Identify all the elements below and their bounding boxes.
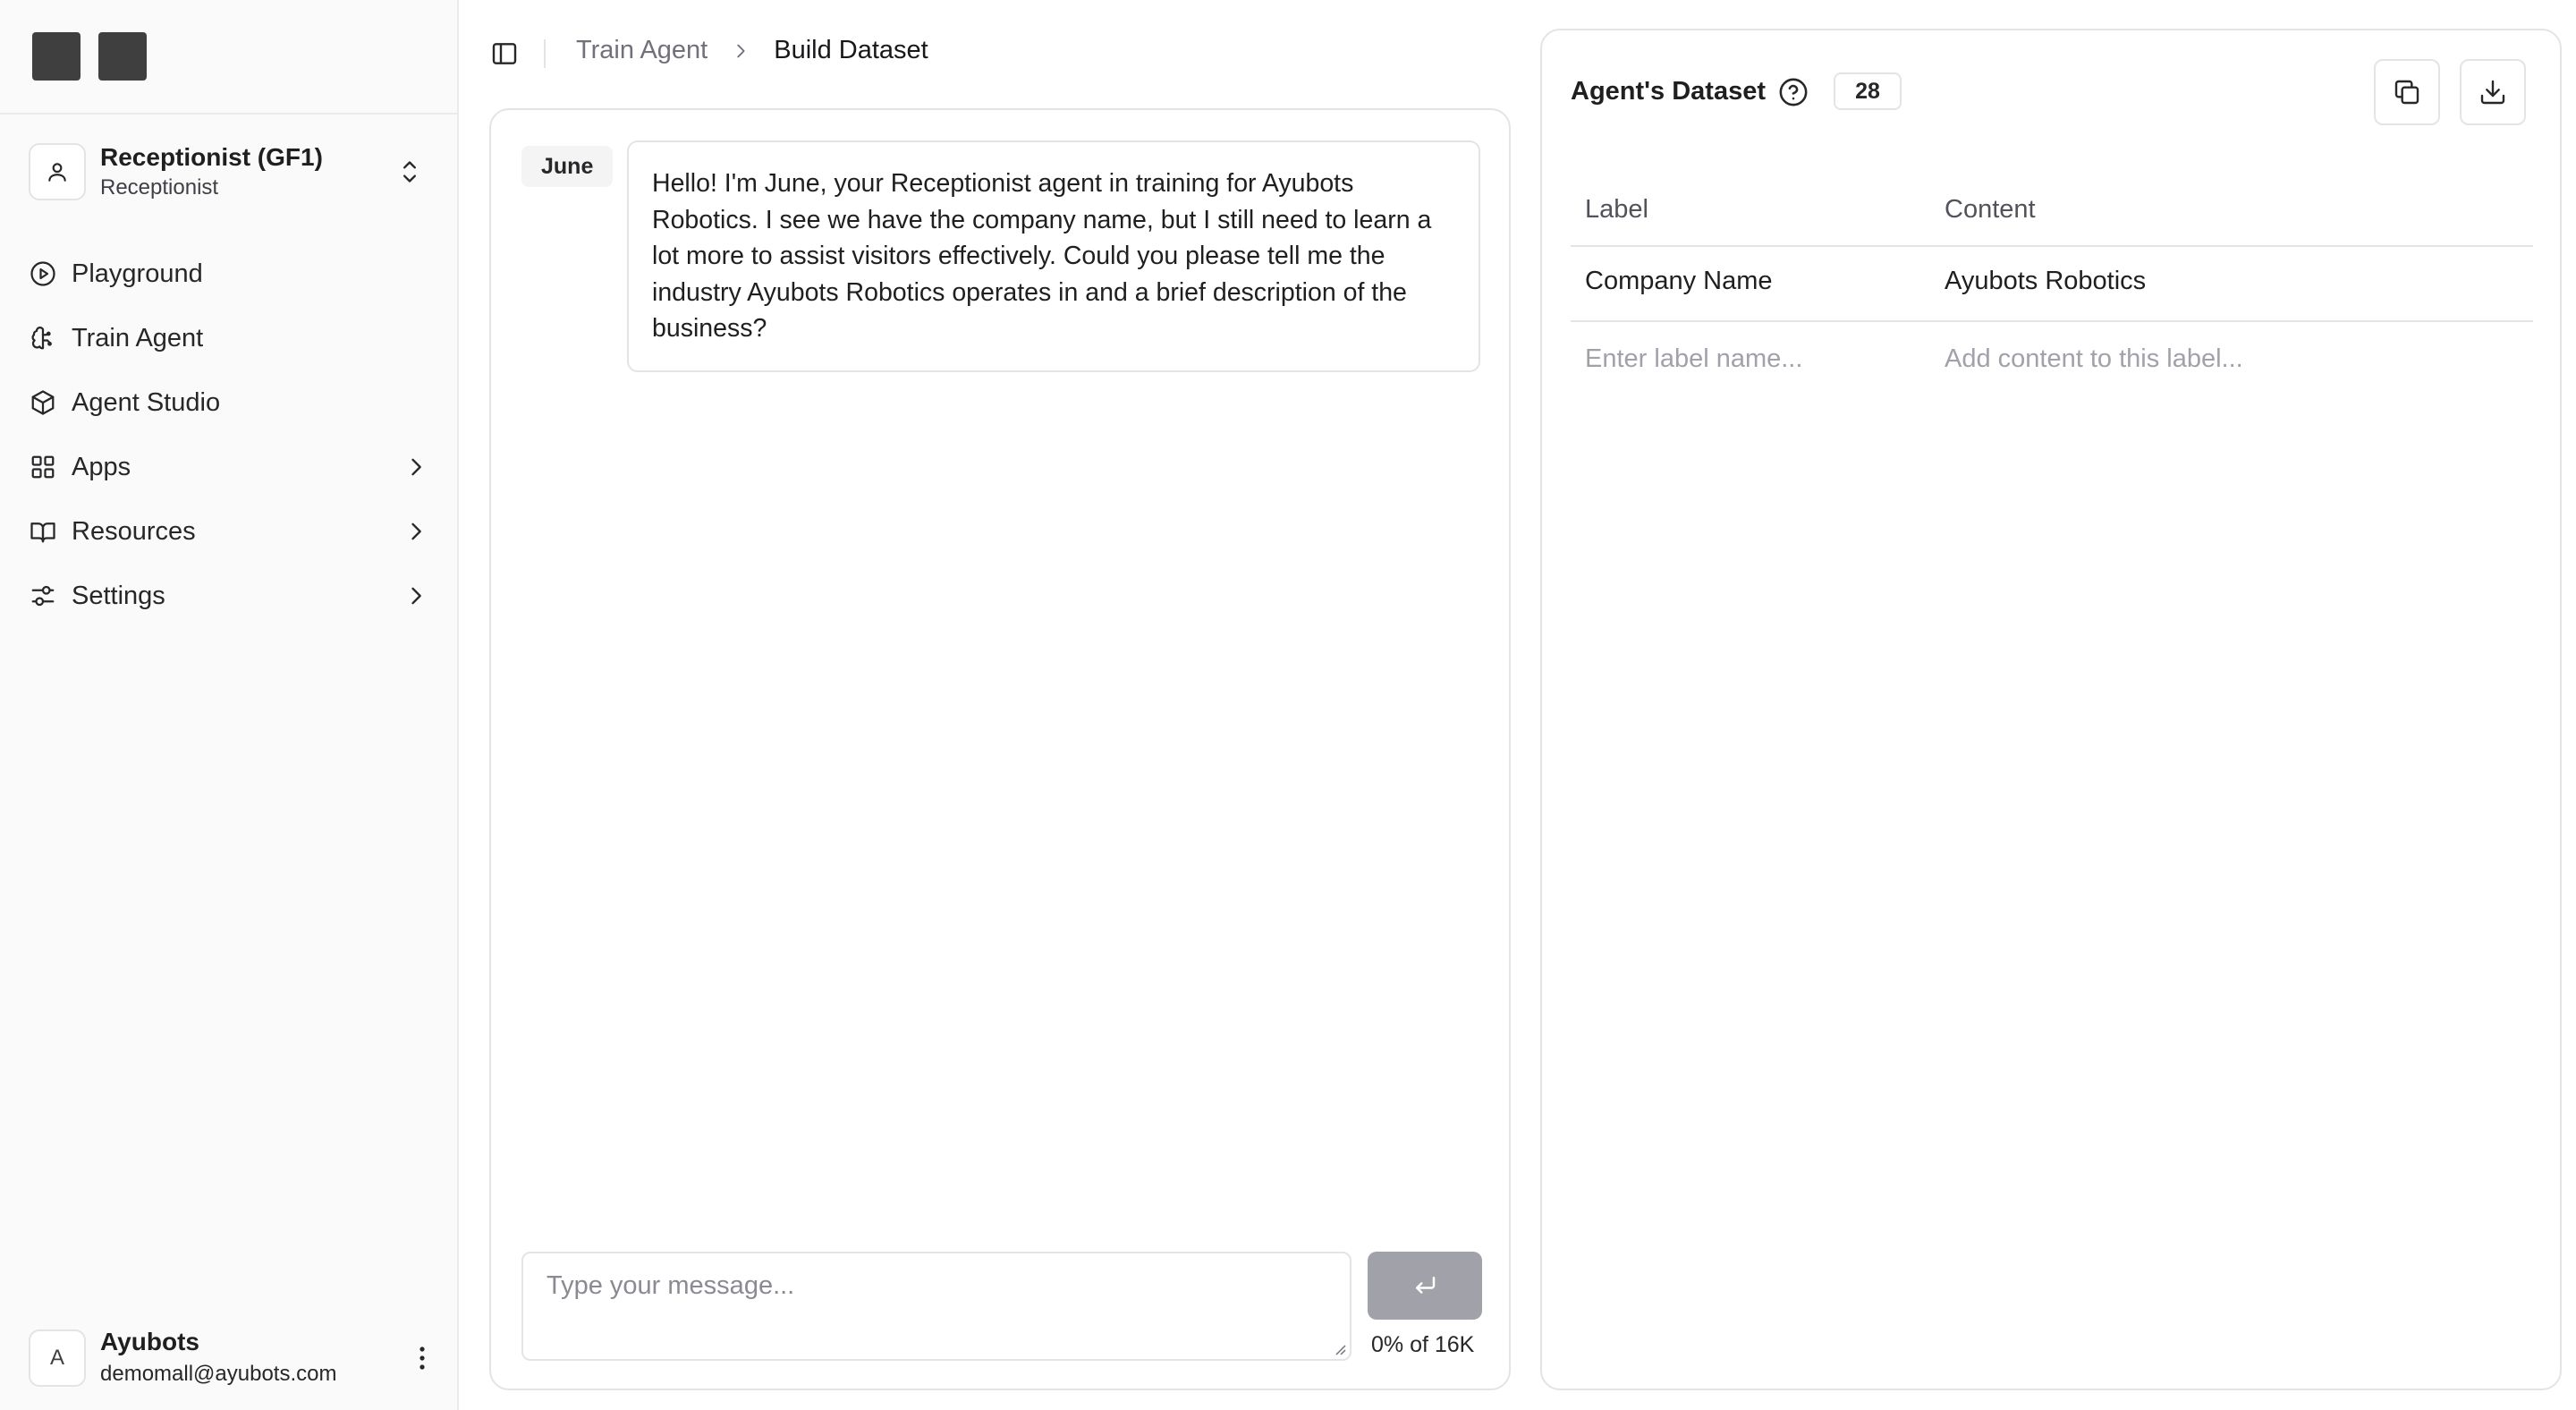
dataset-table: Label Content Company Name Ayubots Robot… xyxy=(1571,152,2533,397)
column-header-content: Content xyxy=(1945,195,2036,224)
breadcrumb-current: Build Dataset xyxy=(774,36,928,64)
user-account[interactable]: A Ayubots demomall@ayubots.com xyxy=(29,1328,440,1392)
chevrons-up-down-icon xyxy=(397,157,422,187)
sidebar-item-label: Playground xyxy=(72,259,203,288)
dataset-count-badge: 28 xyxy=(1834,72,1902,110)
user-name: Ayubots xyxy=(100,1328,199,1355)
copy-icon xyxy=(2393,78,2421,106)
agent-name: Receptionist (GF1) xyxy=(100,143,323,171)
grid-icon xyxy=(29,453,57,481)
chevron-right-icon xyxy=(731,41,750,61)
dataset-panel: Agent's Dataset 28 Label Content Company… xyxy=(1540,29,2562,1390)
sidebar-nav: Playground Train Agent Agent Studio Apps… xyxy=(0,242,459,628)
new-entry-row xyxy=(1571,322,2533,397)
table-header: Label Content xyxy=(1571,152,2533,247)
sidebar-item-label: Train Agent xyxy=(72,323,204,352)
logo-area xyxy=(0,0,457,115)
logo-mark-left xyxy=(32,32,80,81)
token-usage: 0% of 16K xyxy=(1371,1332,1475,1357)
sidebar-item-label: Apps xyxy=(72,452,131,481)
breadcrumb: Train Agent Build Dataset xyxy=(576,36,928,65)
more-vertical-icon[interactable] xyxy=(404,1340,440,1376)
agent-avatar xyxy=(29,143,86,200)
help-circle-icon[interactable] xyxy=(1778,77,1809,107)
user-avatar: A xyxy=(29,1329,86,1387)
agent-message: Hello! I'm June, your Receptionist agent… xyxy=(627,140,1480,372)
header-divider xyxy=(544,39,546,68)
sidebar-item-label: Settings xyxy=(72,581,165,610)
sidebar-item-agent-studio[interactable]: Agent Studio xyxy=(0,370,459,435)
new-label-input[interactable] xyxy=(1585,336,1925,381)
download-icon xyxy=(2479,78,2507,106)
sliders-icon xyxy=(29,582,57,610)
play-circle-icon xyxy=(29,259,57,288)
new-content-input[interactable] xyxy=(1945,336,2517,381)
chevron-right-icon xyxy=(403,519,428,544)
logo-mark-right xyxy=(98,32,147,81)
chevron-right-icon xyxy=(403,454,428,480)
sidebar-item-label: Resources xyxy=(72,516,196,546)
resize-grip-icon[interactable] xyxy=(1334,1343,1346,1355)
sidebar-item-label: Agent Studio xyxy=(72,387,221,417)
sidebar-item-train-agent[interactable]: Train Agent xyxy=(0,306,459,370)
brain-icon xyxy=(29,324,57,352)
dataset-title: Agent's Dataset xyxy=(1571,77,1767,106)
user-icon xyxy=(46,160,69,183)
top-bar: Train Agent Build Dataset xyxy=(460,0,1533,107)
book-open-icon xyxy=(29,517,57,546)
row-content-cell[interactable]: Ayubots Robotics xyxy=(1945,267,2146,296)
sender-badge: June xyxy=(521,146,614,187)
enter-icon xyxy=(1411,1272,1438,1299)
sidebar-item-settings[interactable]: Settings xyxy=(0,564,459,628)
column-header-label: Label xyxy=(1585,195,1648,224)
chevron-right-icon xyxy=(403,583,428,608)
download-button[interactable] xyxy=(2460,59,2526,125)
send-button[interactable] xyxy=(1368,1252,1482,1320)
sidebar-item-apps[interactable]: Apps xyxy=(0,435,459,499)
agent-role: Receptionist xyxy=(100,175,219,200)
sidebar-item-playground[interactable]: Playground xyxy=(0,242,459,306)
table-row[interactable]: Company Name Ayubots Robotics xyxy=(1571,247,2533,322)
cube-icon xyxy=(29,388,57,417)
agent-switcher[interactable]: Receptionist (GF1) Receptionist xyxy=(29,141,431,204)
row-label-cell[interactable]: Company Name xyxy=(1585,267,1773,296)
user-email: demomall@ayubots.com xyxy=(100,1362,337,1386)
chat-panel: June Hello! I'm June, your Receptionist … xyxy=(489,108,1511,1390)
sidebar: Receptionist (GF1) Receptionist Playgrou… xyxy=(0,0,459,1410)
sidebar-toggle-icon[interactable] xyxy=(488,38,521,70)
copy-button[interactable] xyxy=(2374,59,2440,125)
breadcrumb-parent-link[interactable]: Train Agent xyxy=(576,36,708,65)
message-input[interactable] xyxy=(521,1252,1352,1361)
sidebar-item-resources[interactable]: Resources xyxy=(0,499,459,564)
